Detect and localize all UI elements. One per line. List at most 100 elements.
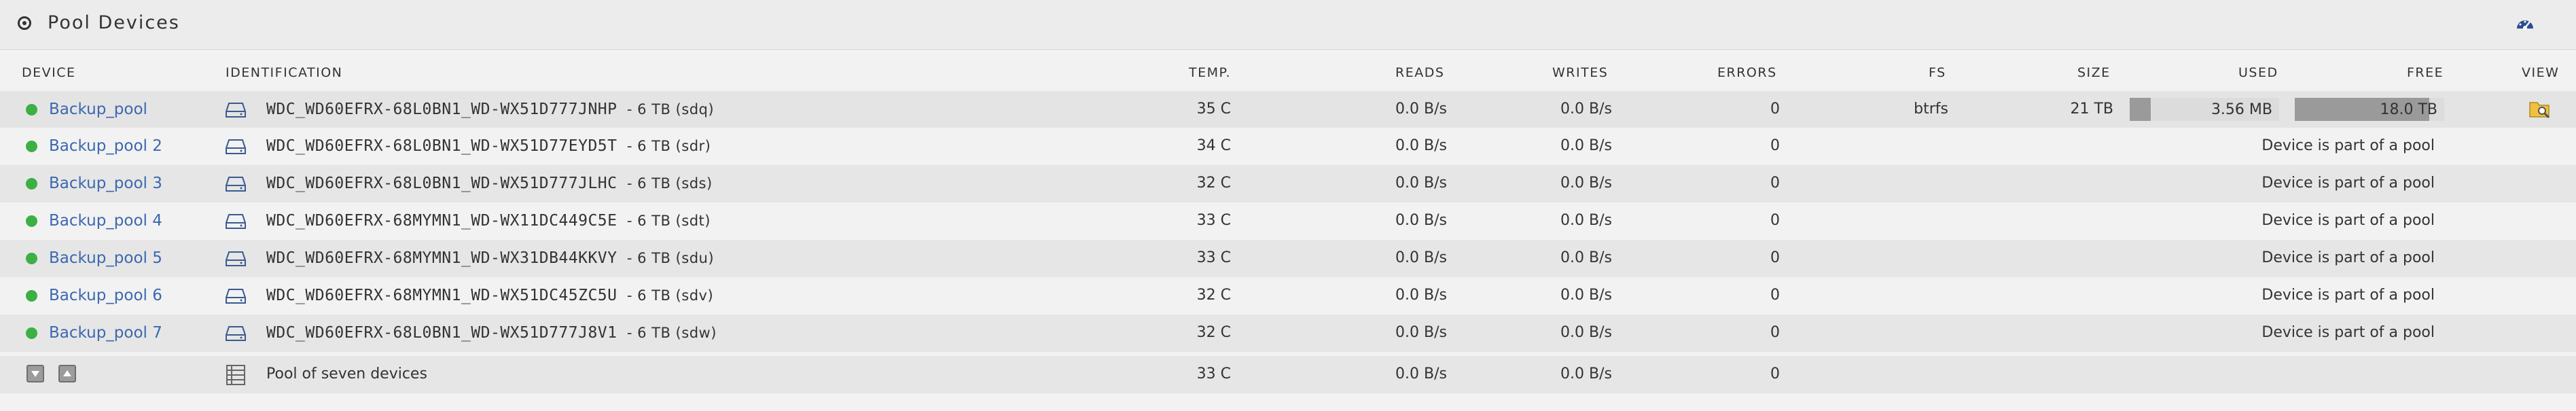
- device-id: WDC_WD60EFRX-68L0BN1_WD-WX51D77EYD5T: [266, 137, 618, 155]
- device-temp: 34 C: [1196, 137, 1231, 154]
- device-reads: 0.0 B/s: [1395, 137, 1447, 154]
- status-ok-icon: [26, 104, 37, 115]
- summary-temp: 33 C: [1196, 365, 1231, 382]
- col-fs[interactable]: FS: [1929, 65, 1946, 80]
- used-value: 3.56 MB: [2211, 101, 2272, 118]
- device-id: WDC_WD60EFRX-68MYMN1_WD-WX11DC449C5E: [266, 212, 618, 230]
- col-reads[interactable]: READS: [1395, 65, 1444, 80]
- table-row: Backup_pool 4 WDC_WD60EFRX-68MYMN1_WD-WX1…: [0, 202, 2576, 240]
- device-size-label: - 6 TB (sdt): [626, 213, 711, 229]
- device-reads: 0.0 B/s: [1395, 287, 1447, 304]
- device-link[interactable]: Backup_pool 4: [49, 212, 162, 230]
- pool-devices-panel: Pool Devices DEVICE IDENTIFICATION TEMP.…: [0, 0, 2576, 411]
- device-link[interactable]: Backup_pool 7: [49, 324, 162, 342]
- status-ok-icon: [26, 290, 37, 302]
- status-ok-icon: [26, 215, 37, 227]
- hard-disk-icon: [226, 177, 246, 192]
- device-errors: 0: [1770, 137, 1780, 154]
- device-writes: 0.0 B/s: [1560, 101, 1612, 118]
- col-errors[interactable]: ERRORS: [1717, 65, 1777, 80]
- pool-member-note: Device is part of a pool: [2261, 249, 2435, 266]
- device-size-label: - 6 TB (sdq): [626, 101, 715, 118]
- device-reads: 0.0 B/s: [1395, 249, 1447, 266]
- hard-disk-icon: [226, 103, 246, 118]
- device-reads: 0.0 B/s: [1395, 175, 1447, 192]
- device-size: 21 TB: [2070, 101, 2113, 118]
- col-identification[interactable]: IDENTIFICATION: [226, 65, 342, 80]
- pool-member-note: Device is part of a pool: [2261, 175, 2435, 192]
- free-bar: 18.0 TB: [2295, 98, 2444, 121]
- device-identification: WDC_WD60EFRX-68MYMN1_WD-WX31DB44KKVY - 6…: [266, 249, 714, 267]
- device-link[interactable]: Backup_pool 6: [49, 287, 162, 304]
- device-link[interactable]: Backup_pool 3: [49, 175, 162, 192]
- device-errors: 0: [1770, 287, 1780, 304]
- pool-member-note: Device is part of a pool: [2261, 287, 2435, 304]
- col-used[interactable]: USED: [2238, 65, 2278, 80]
- panel-title-bar: Pool Devices: [0, 0, 2576, 50]
- status-ok-icon: [26, 327, 37, 339]
- device-temp: 32 C: [1196, 287, 1231, 304]
- radio-target-icon: [18, 16, 31, 30]
- arrow-down-icon[interactable]: [26, 365, 44, 382]
- view-file-icon[interactable]: [2528, 99, 2552, 120]
- pool-summary-row: Pool of seven devices 33 C 0.0 B/s 0.0 B…: [0, 356, 2576, 393]
- device-identification: WDC_WD60EFRX-68MYMN1_WD-WX51DC45ZC5U - 6…: [266, 287, 713, 304]
- hard-disk-icon: [226, 289, 246, 304]
- summary-reads: 0.0 B/s: [1395, 365, 1447, 382]
- used-bar: 3.56 MB: [2130, 98, 2279, 121]
- table-row: Backup_pool WDC_WD60EFRX-68L0BN1_WD-WX51D…: [0, 91, 2576, 128]
- table-row: Backup_pool 2 WDC_WD60EFRX-68L0BN1_WD-WX5…: [0, 128, 2576, 165]
- dashboard-gauge-icon[interactable]: [2515, 14, 2535, 34]
- device-identification: WDC_WD60EFRX-68MYMN1_WD-WX11DC449C5E - 6…: [266, 212, 711, 230]
- device-id: WDC_WD60EFRX-68MYMN1_WD-WX31DB44KKVY: [266, 249, 618, 267]
- device-size-label: - 6 TB (sds): [626, 175, 713, 192]
- device-temp: 32 C: [1196, 175, 1231, 192]
- table-row: Backup_pool 3 WDC_WD60EFRX-68L0BN1_WD-WX5…: [0, 165, 2576, 202]
- device-identification: WDC_WD60EFRX-68L0BN1_WD-WX51D777J8V1 - 6…: [266, 324, 717, 342]
- device-identification: WDC_WD60EFRX-68L0BN1_WD-WX51D77EYD5T - 6…: [266, 137, 711, 155]
- summary-label: Pool of seven devices: [266, 365, 427, 382]
- free-value: 18.0 TB: [2380, 101, 2437, 118]
- col-size[interactable]: SIZE: [2077, 65, 2111, 80]
- device-link[interactable]: Backup_pool 5: [49, 249, 162, 267]
- used-bar-fill: [2130, 98, 2151, 121]
- hard-disk-icon: [226, 251, 246, 266]
- pool-member-note: Device is part of a pool: [2261, 137, 2435, 154]
- device-identification: WDC_WD60EFRX-68L0BN1_WD-WX51D777JLHC - 6…: [266, 175, 713, 192]
- col-device[interactable]: DEVICE: [22, 65, 76, 80]
- device-reads: 0.0 B/s: [1395, 101, 1447, 118]
- status-ok-icon: [26, 253, 37, 264]
- device-writes: 0.0 B/s: [1560, 287, 1612, 304]
- device-temp: 33 C: [1196, 212, 1231, 229]
- list-icon: [226, 365, 245, 385]
- device-identification: WDC_WD60EFRX-68L0BN1_WD-WX51D777JNHP - 6…: [266, 101, 714, 118]
- arrow-up-icon[interactable]: [58, 365, 76, 382]
- device-writes: 0.0 B/s: [1560, 212, 1612, 229]
- device-link[interactable]: Backup_pool 2: [49, 137, 162, 155]
- device-link[interactable]: Backup_pool: [49, 101, 147, 118]
- device-writes: 0.0 B/s: [1560, 137, 1612, 154]
- panel-title: Pool Devices: [48, 12, 180, 33]
- device-temp: 33 C: [1196, 249, 1231, 266]
- status-ok-icon: [26, 141, 37, 152]
- device-writes: 0.0 B/s: [1560, 249, 1612, 266]
- device-writes: 0.0 B/s: [1560, 175, 1612, 192]
- device-errors: 0: [1770, 101, 1780, 118]
- hard-disk-icon: [226, 214, 246, 229]
- col-view[interactable]: VIEW: [2522, 65, 2559, 80]
- device-id: WDC_WD60EFRX-68L0BN1_WD-WX51D777JLHC: [266, 175, 618, 192]
- col-free[interactable]: FREE: [2407, 65, 2444, 80]
- device-id: WDC_WD60EFRX-68L0BN1_WD-WX51D777J8V1: [266, 324, 618, 342]
- device-size-label: - 6 TB (sdr): [626, 138, 711, 154]
- hard-disk-icon: [226, 139, 246, 154]
- table-row: Backup_pool 5 WDC_WD60EFRX-68MYMN1_WD-WX3…: [0, 240, 2576, 277]
- col-writes[interactable]: WRITES: [1552, 65, 1608, 80]
- device-reads: 0.0 B/s: [1395, 324, 1447, 341]
- device-id: WDC_WD60EFRX-68L0BN1_WD-WX51D777JNHP: [266, 101, 618, 118]
- device-errors: 0: [1770, 175, 1780, 192]
- device-size-label: - 6 TB (sdv): [626, 287, 714, 304]
- device-errors: 0: [1770, 324, 1780, 341]
- col-temp[interactable]: TEMP.: [1189, 65, 1231, 80]
- hard-disk-icon: [226, 326, 246, 341]
- table-row: Backup_pool 6 WDC_WD60EFRX-68MYMN1_WD-WX5…: [0, 277, 2576, 315]
